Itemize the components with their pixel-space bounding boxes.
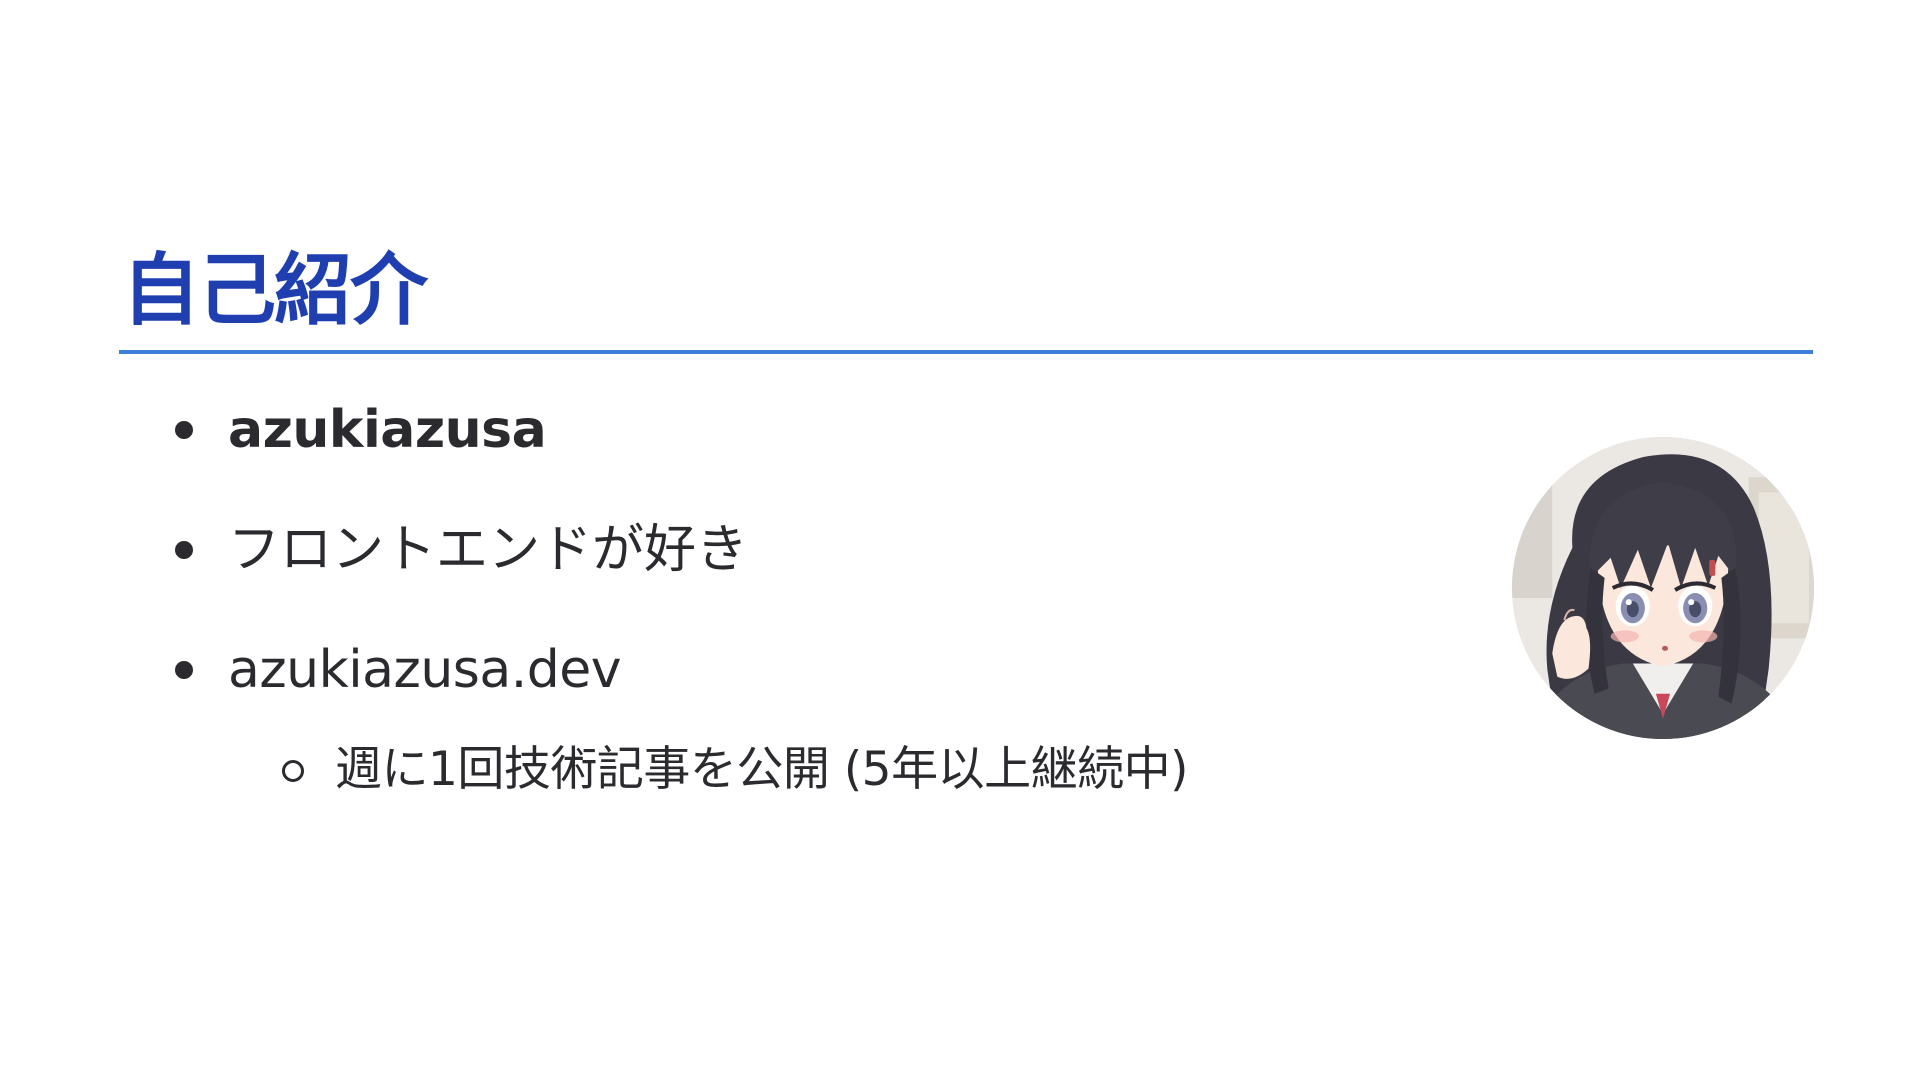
slide-title: 自己紹介: [122, 246, 428, 336]
bullet-item-interest: フロントエンドが好き: [175, 520, 749, 580]
bullet-icon: [175, 661, 193, 679]
sub-bullet-text: 週に1回技術記事を公開 (5年以上継続中): [335, 742, 1188, 797]
title-underline: [119, 350, 1813, 354]
bullet-icon: [175, 421, 193, 439]
bullet-item-website: azukiazusa.dev: [175, 640, 622, 700]
sub-bullet-icon: [282, 760, 304, 782]
bullet-icon: [175, 541, 193, 559]
slide: 自己紹介 azukiazusa フロントエンドが好き azukiazusa.de…: [0, 0, 1920, 1080]
bullet-text: azukiazusa: [228, 400, 547, 460]
bullet-text: azukiazusa.dev: [228, 640, 622, 700]
anime-girl-avatar-icon: [1512, 437, 1814, 739]
sub-bullet-item-articles: 週に1回技術記事を公開 (5年以上継続中): [282, 740, 1188, 800]
bullet-text: フロントエンドが好き: [228, 520, 749, 580]
bullet-item-name: azukiazusa: [175, 400, 547, 460]
avatar: [1512, 437, 1814, 739]
